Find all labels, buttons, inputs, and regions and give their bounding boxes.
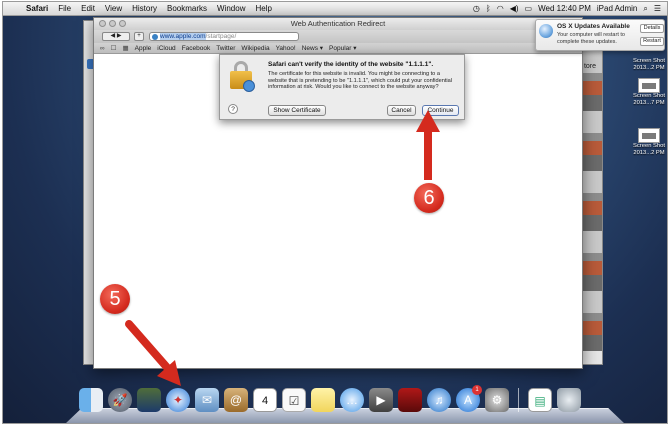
lock-icon — [230, 61, 255, 92]
top-sites-icon[interactable]: ▦ — [122, 44, 128, 52]
background-window-label: tore — [583, 63, 596, 70]
update-notification: OS X Updates Available Your computer wil… — [535, 19, 665, 51]
mail-icon[interactable]: ✉ — [195, 388, 219, 412]
desktop-file-name: Screen Shot — [633, 93, 665, 99]
restart-button[interactable]: Restart — [640, 37, 664, 46]
safari-toolbar: ◀ ▶ + www.apple.com/startpage/ — [94, 30, 582, 43]
globe-icon — [152, 34, 158, 40]
bookmark-popular[interactable]: Popular ▾ — [329, 44, 356, 52]
notification-body: Your computer will restart to complete t… — [557, 32, 625, 45]
itunes-icon[interactable]: ♫ — [427, 388, 451, 412]
mission-control-icon[interactable] — [137, 388, 161, 412]
zoom-icon[interactable] — [119, 20, 126, 27]
menu-view[interactable]: View — [100, 4, 127, 13]
window-title: Web Authentication Redirect — [290, 19, 386, 28]
battery-icon[interactable]: ▭ — [525, 4, 533, 13]
bookmark-icloud[interactable]: iCloud — [157, 45, 175, 52]
dock-separator — [518, 388, 519, 412]
address-bar[interactable]: www.apple.com/startpage/ — [149, 32, 299, 41]
screenshot-frame: Safari File Edit View History Bookmarks … — [2, 1, 668, 424]
reminders-icon[interactable]: ☑ — [282, 388, 306, 412]
time-machine-icon[interactable]: ◷ — [473, 4, 480, 13]
safari-icon[interactable]: ✦ — [166, 388, 190, 412]
dialog-title: Safari can't verify the identity of the … — [268, 61, 434, 68]
menu-clock[interactable]: Wed 12:40 PM — [538, 4, 591, 13]
desktop: Safari File Edit View History Bookmarks … — [3, 2, 667, 423]
safari-window: Web Authentication Redirect ◀ ▶ + www.ap… — [93, 17, 583, 369]
safari-badge-icon — [243, 80, 255, 92]
add-bookmark-button[interactable]: + — [134, 32, 144, 41]
desktop-file-date: 2013...7 PM — [633, 100, 665, 106]
url-host: www.apple.com — [160, 33, 206, 40]
bookmark-apple[interactable]: Apple — [135, 45, 152, 52]
screenshot-thumbnail-icon — [638, 78, 660, 93]
contacts-icon[interactable]: @ — [224, 388, 248, 412]
step-5-arrow — [125, 320, 181, 386]
dialog-message: The certificate for this website is inva… — [268, 71, 453, 91]
system-preferences-icon[interactable]: ⚙ — [485, 388, 509, 412]
notification-center-icon[interactable]: ☰ — [654, 4, 661, 13]
finder-icon[interactable] — [79, 388, 103, 412]
launchpad-icon[interactable]: 🚀 — [108, 388, 132, 412]
messages-icon[interactable]: … — [340, 388, 364, 412]
dock-icons: 🚀 ✦ ✉ @ 4 ☑ … ▶ ♫ A1 ⚙ ▤ — [79, 385, 581, 412]
desktop-file-date: 2013...2 PM — [633, 65, 665, 71]
desktop-file-name: Screen Shot — [633, 58, 665, 64]
show-certificate-button[interactable]: Show Certificate — [268, 105, 326, 116]
cancel-button[interactable]: Cancel — [387, 105, 416, 116]
facetime-icon[interactable]: ▶ — [369, 388, 393, 412]
url-path: /startpage/ — [205, 33, 237, 40]
help-button[interactable]: ? — [228, 104, 238, 114]
desktop-file-screenshot[interactable]: Screen Shot 2013...2 PM — [631, 128, 667, 157]
menu-file[interactable]: File — [53, 4, 76, 13]
bookmark-facebook[interactable]: Facebook — [182, 45, 211, 52]
bookmark-yahoo[interactable]: Yahoo! — [276, 45, 296, 52]
desktop-file-date: 2013...2 PM — [633, 150, 665, 156]
photo-booth-icon[interactable] — [398, 388, 422, 412]
menu-edit[interactable]: Edit — [76, 4, 100, 13]
bluetooth-icon[interactable]: ᛒ — [486, 4, 491, 13]
notification-title: OS X Updates Available — [557, 23, 630, 30]
step-5-badge: 5 — [100, 284, 130, 314]
menu-user[interactable]: iPad Admin — [597, 4, 637, 13]
minimize-icon[interactable] — [109, 20, 116, 27]
bookmarks-bar: ∞ ☐ ▦ Apple iCloud Facebook Twitter Wiki… — [94, 43, 582, 54]
dock: 🚀 ✦ ✉ @ 4 ☑ … ▶ ♫ A1 ⚙ ▤ — [65, 385, 625, 423]
step-6-arrow — [416, 110, 440, 180]
back-forward-buttons[interactable]: ◀ ▶ — [102, 32, 130, 41]
details-button[interactable]: Details — [640, 24, 664, 33]
menu-history[interactable]: History — [127, 4, 162, 13]
spotlight-icon[interactable]: ⌕ — [643, 4, 647, 14]
menu-app-name[interactable]: Safari — [21, 4, 53, 13]
volume-icon[interactable]: ◀) — [510, 4, 519, 13]
bookmark-twitter[interactable]: Twitter — [216, 45, 235, 52]
menu-window[interactable]: Window — [212, 4, 250, 13]
menu-bar: Safari File Edit View History Bookmarks … — [3, 2, 667, 16]
app-store-icon[interactable]: A1 — [456, 385, 482, 412]
menu-help[interactable]: Help — [250, 4, 276, 13]
bookmark-wikipedia[interactable]: Wikipedia — [241, 45, 269, 52]
window-controls — [99, 20, 126, 27]
desktop-file-screenshot[interactable]: Screen Shot 2013...2 PM — [631, 58, 667, 72]
wifi-icon[interactable]: ◠ — [497, 4, 504, 13]
bookmarks-icon[interactable]: ☐ — [111, 44, 117, 52]
software-update-icon — [539, 24, 553, 38]
close-icon[interactable] — [99, 20, 106, 27]
trash-icon[interactable] — [557, 388, 581, 412]
bookmark-news[interactable]: News ▾ — [302, 44, 323, 52]
app-store-badge: 1 — [472, 385, 482, 395]
screenshot-thumbnail-icon — [638, 128, 660, 143]
menu-bookmarks[interactable]: Bookmarks — [162, 4, 212, 13]
preview-icon[interactable]: ▤ — [528, 388, 552, 412]
menu-extras: ◷ ᛒ ◠ ◀) ▭ Wed 12:40 PM iPad Admin ⌕ ☰ — [473, 4, 667, 14]
calendar-icon[interactable]: 4 — [253, 388, 277, 412]
desktop-file-screenshot[interactable]: Screen Shot 2013...7 PM — [631, 78, 667, 107]
step-6-badge: 6 — [414, 183, 444, 213]
desktop-file-name: Screen Shot — [633, 143, 665, 149]
reading-list-icon[interactable]: ∞ — [100, 45, 105, 52]
window-title-bar: Web Authentication Redirect — [94, 18, 582, 30]
notes-icon[interactable] — [311, 388, 335, 412]
